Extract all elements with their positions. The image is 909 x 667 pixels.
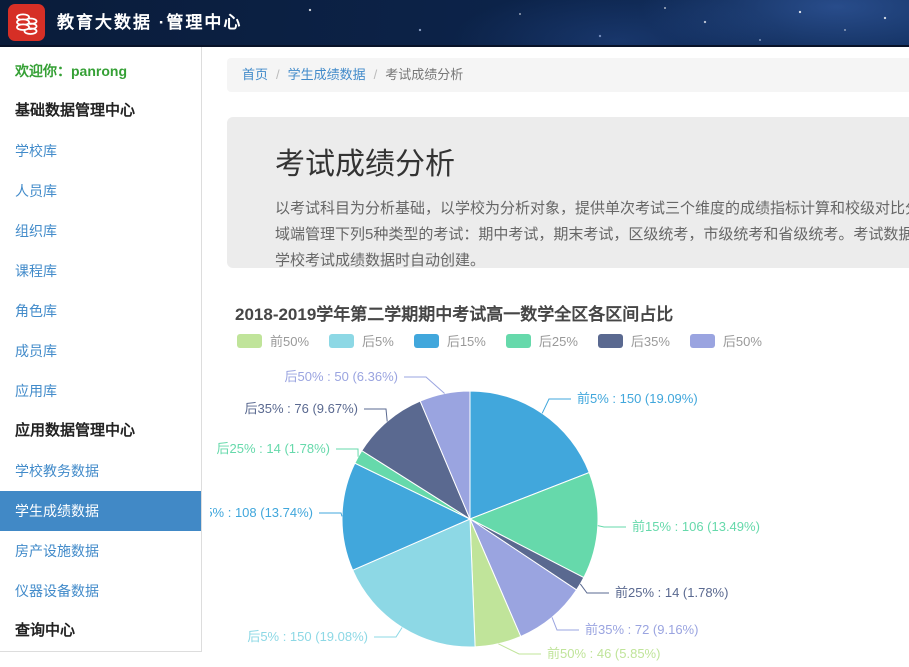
page-title: 考试成绩分析 [275,139,909,183]
legend-swatch-icon [237,334,262,348]
pie-label: 后5% : 150 (19.08%) [247,629,368,644]
legend-item[interactable]: 前50% [237,331,309,350]
app-logo[interactable] [8,4,45,41]
legend-label: 后25% [539,331,578,350]
pie-label-line [598,526,626,527]
sidebar-item[interactable]: 仪器设备数据 [0,571,201,611]
breadcrumb-separator: / [374,67,378,82]
pie-label-line [552,617,579,630]
pie-label: 后50% : 50 (6.36%) [285,369,398,384]
legend-label: 后50% [723,331,762,350]
legend-item[interactable]: 后5% [329,331,394,350]
breadcrumb-item[interactable]: 首页 [242,67,268,82]
page-intro-panel: 考试成绩分析 以考试科目为分析基础，以学校为分析对象，提供单次考试三个维度的成绩… [227,117,909,268]
sidebar-item[interactable]: 学校库 [0,131,201,171]
sidebar-item[interactable]: 学校教务数据 [0,451,201,491]
pie-label: 前15% : 106 (13.49%) [632,519,760,534]
pie-label: 前5% : 150 (19.09%) [577,391,698,406]
sidebar-item[interactable]: 房产设施数据 [0,531,201,571]
legend-label: 前50% [270,331,309,350]
sidebar-item[interactable]: 成员库 [0,331,201,371]
sidebar-item-active[interactable]: 学生成绩数据 [0,491,201,531]
legend-item[interactable]: 后15% [414,331,486,350]
legend-label: 后15% [447,331,486,350]
pie-label: 前35% : 72 (9.16%) [585,622,698,637]
chart-legend: 前50% 后5% 后15% 后25% 后35% 后50% [237,331,782,350]
pie-label: 前25% : 14 (1.78%) [615,585,728,600]
breadcrumb-item[interactable]: 学生成绩数据 [288,67,366,82]
database-logo-icon [13,9,41,37]
pie-label: 后25% : 14 (1.78%) [217,441,330,456]
page-description-line: 域端管理下列5种类型的考试：期中考试，期末考试，区级统考，市级统考和省级统考。考… [275,222,909,248]
page-description-line: 以考试科目为分析基础，以学校为分析对象，提供单次考试三个维度的成绩指标计算和校级… [275,196,909,222]
pie-label-line [319,513,342,516]
legend-swatch-icon [329,334,354,348]
legend-item[interactable]: 后25% [506,331,578,350]
pie-label-line [364,409,387,421]
sidebar-item[interactable]: 课程库 [0,251,201,291]
breadcrumb-separator: / [276,67,280,82]
breadcrumb: 首页 / 学生成绩数据 / 考试成绩分析 [227,58,909,92]
legend-swatch-icon [414,334,439,348]
pie-label-line [542,399,571,413]
page-description-line: 学校考试成绩数据时自动创建。 [275,248,909,268]
legend-item[interactable]: 后50% [690,331,762,350]
sidebar-welcome: 欢迎你：panrong [0,51,201,91]
app-header: 教育大数据 ·管理中心 [0,0,909,47]
exam-distribution-pie-chart: 前5% : 150 (19.09%) 前15% : 106 (13.49%) 前25… [210,355,909,667]
chart-title: 2018-2019学年第二学期期中考试高一数学全区各区间占比 [235,300,673,325]
pie-label-line [580,584,609,593]
sidebar-section-header: 应用数据管理中心 [0,411,201,451]
legend-swatch-icon [506,334,531,348]
legend-swatch-icon [690,334,715,348]
sidebar: 欢迎你：panrong基础数据管理中心学校库人员库组织库课程库角色库成员库应用库… [0,47,202,652]
pie-label: 后15% : 108 (13.74%) [210,505,313,520]
sidebar-item[interactable]: 角色库 [0,291,201,331]
pie-label: 前50% : 46 (5.85%) [547,646,660,661]
sidebar-item[interactable]: 人员库 [0,171,201,211]
sidebar-section-header: 查询中心 [0,611,201,651]
pie-label-line [374,628,402,638]
legend-item[interactable]: 后35% [598,331,670,350]
sidebar-item[interactable]: 组织库 [0,211,201,251]
pie-label-line [336,449,358,457]
pie-label-line [498,644,541,654]
app-title: 教育大数据 ·管理中心 [57,0,242,45]
legend-label: 后5% [362,331,394,350]
breadcrumb-item: 考试成绩分析 [385,67,463,82]
legend-label: 后35% [631,331,670,350]
sidebar-section-header: 基础数据管理中心 [0,91,201,131]
pie-label: 后35% : 76 (9.67%) [245,401,358,416]
pie-label-line [404,377,445,394]
sidebar-item[interactable]: 应用库 [0,371,201,411]
legend-swatch-icon [598,334,623,348]
